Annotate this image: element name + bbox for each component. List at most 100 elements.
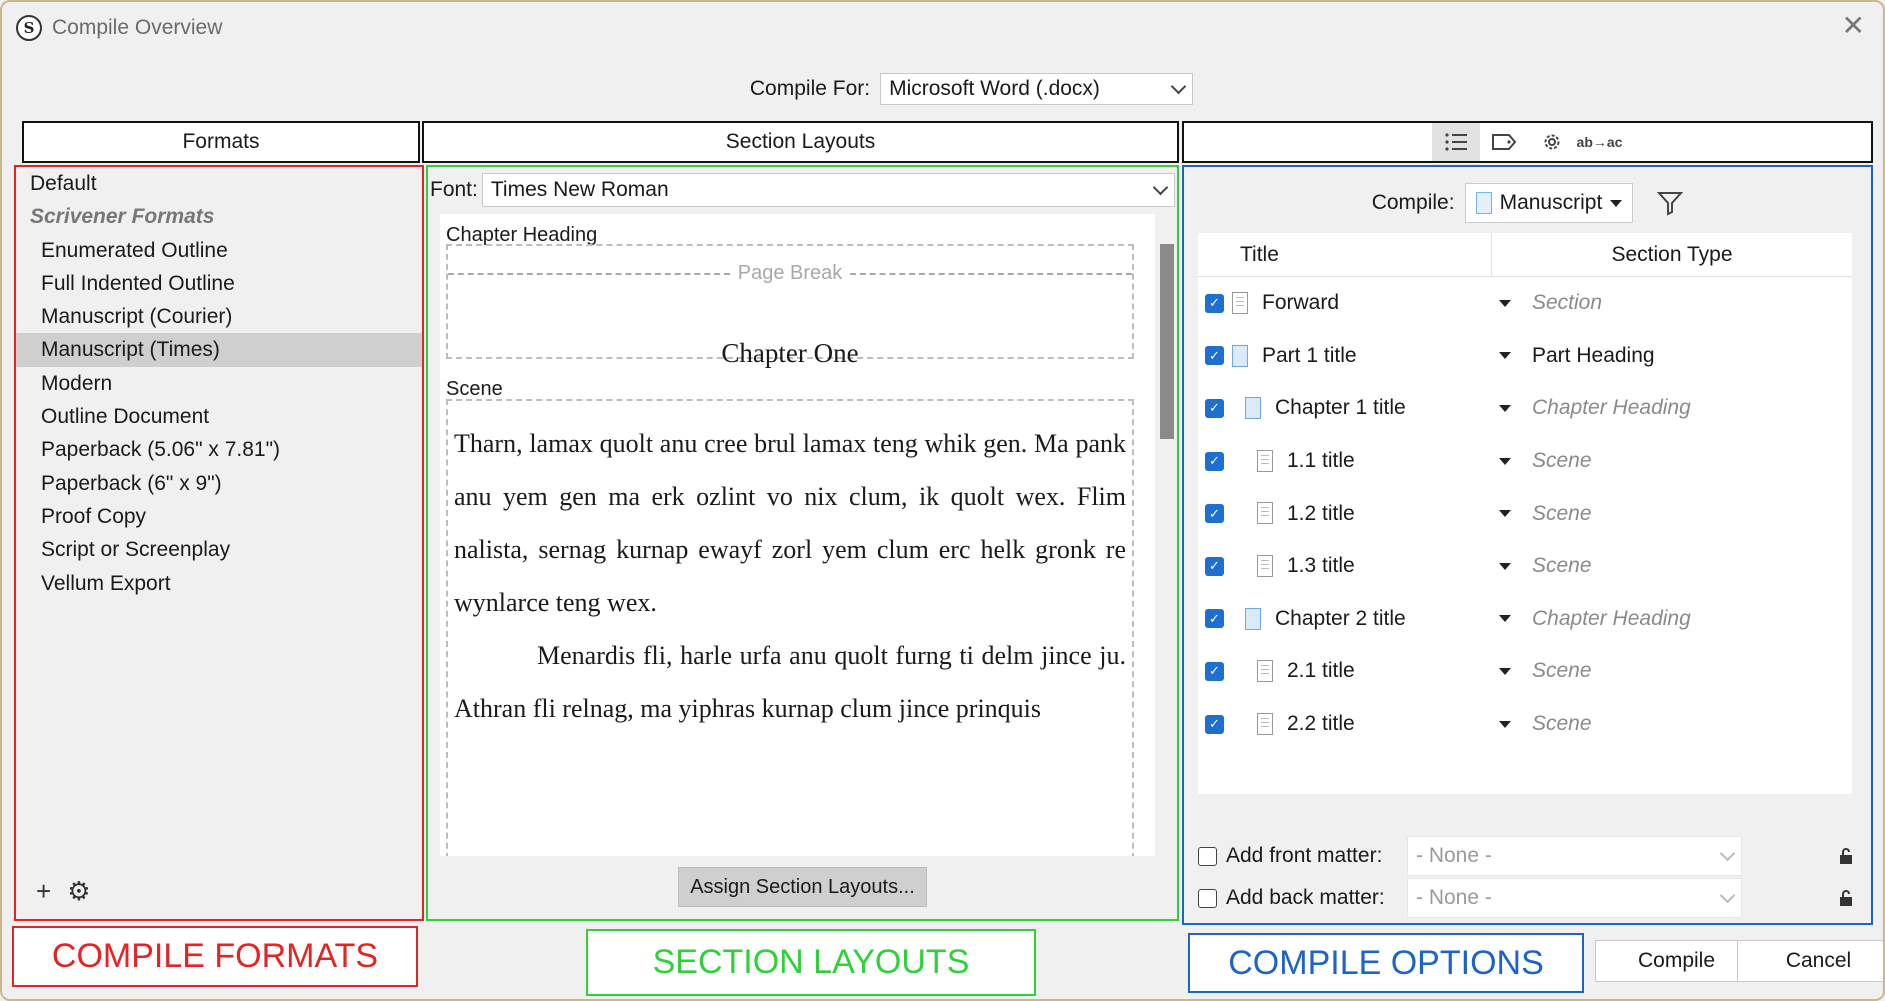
front-matter-checkbox[interactable] <box>1198 846 1217 866</box>
include-checkbox[interactable]: ✓ <box>1205 556 1224 576</box>
include-checkbox[interactable]: ✓ <box>1205 609 1224 629</box>
format-item[interactable]: Enumerated Outline <box>16 234 422 267</box>
section-type-dropdown-icon[interactable] <box>1499 562 1511 570</box>
row-section-type[interactable]: Scene <box>1532 554 1592 578</box>
chevron-down-icon <box>1719 845 1736 862</box>
format-item[interactable]: Script or Screenplay <box>16 533 422 566</box>
format-item[interactable]: Vellum Export <box>16 567 422 600</box>
tree-row[interactable]: ✓ Chapter 2 title Chapter Heading <box>1198 593 1852 646</box>
format-item[interactable]: Modern <box>16 367 422 400</box>
back-matter-label: Add back matter: <box>1226 886 1385 909</box>
row-section-type[interactable]: Section <box>1532 291 1602 315</box>
lock-icon[interactable] <box>1838 847 1854 865</box>
compile-for-select[interactable]: Microsoft Word (.docx) <box>880 73 1194 105</box>
contents-list-icon[interactable] <box>1431 123 1480 161</box>
compile-group-select[interactable]: Manuscript <box>1464 183 1634 223</box>
font-row: Font: Times New Roman <box>430 173 1175 207</box>
tree-row[interactable]: ✓ 2.1 title Scene <box>1198 645 1852 698</box>
section-type-dropdown-icon[interactable] <box>1499 667 1511 675</box>
include-checkbox[interactable]: ✓ <box>1205 293 1224 313</box>
page-break-label: Page Break <box>737 262 843 284</box>
tree-row[interactable]: ✓ 2.2 title Scene <box>1198 698 1852 751</box>
scene-label: Scene <box>446 378 503 400</box>
section-type-dropdown-icon[interactable] <box>1499 720 1511 728</box>
row-section-type[interactable]: Scene <box>1532 659 1592 683</box>
row-title: Forward <box>1262 291 1340 315</box>
scene-paragraph-2: Menardis fli, harle urfa anu quolt furng… <box>454 641 1126 723</box>
document-icon <box>1257 449 1273 472</box>
chevron-down-icon <box>1170 78 1187 95</box>
front-matter-select[interactable]: - None - <box>1407 836 1742 876</box>
front-matter-label: Add front matter: <box>1226 844 1383 867</box>
row-title: 1.3 title <box>1287 554 1355 578</box>
preview-scrollbar[interactable] <box>1156 214 1176 856</box>
back-matter-select[interactable]: - None - <box>1407 878 1742 918</box>
format-item[interactable]: Manuscript (Times) <box>16 333 422 367</box>
font-label: Font: <box>430 178 478 201</box>
compile-for-row: Compile For: Microsoft Word (.docx) <box>2 73 1883 105</box>
format-default[interactable]: Default <box>16 167 422 200</box>
include-checkbox[interactable]: ✓ <box>1205 661 1224 681</box>
column-section-type[interactable]: Section Type <box>1492 243 1852 267</box>
tree-rows: ✓ Forward Section ✓ Part 1 title Part Heading… <box>1198 277 1852 750</box>
section-layouts-header: Section Layouts <box>422 121 1179 163</box>
row-section-type[interactable]: Scene <box>1532 502 1592 526</box>
row-section-type[interactable]: Chapter Heading <box>1532 396 1691 420</box>
assign-section-layouts-button[interactable]: Assign Section Layouts... <box>678 867 927 907</box>
format-item[interactable]: Full Indented Outline <box>16 267 422 300</box>
compile-group-value: Manuscript <box>1499 191 1603 214</box>
tree-row[interactable]: ✓ 1.1 title Scene <box>1198 435 1852 488</box>
compile-overview-window: S Compile Overview ✕ Compile For: Micros… <box>0 0 1885 1001</box>
label-tag-icon[interactable] <box>1480 123 1528 161</box>
scrollbar-thumb[interactable] <box>1160 244 1174 439</box>
chapter-title-preview: Chapter One <box>721 338 859 368</box>
scene-preview[interactable]: Tharn, lamax quolt anu cree brul lamax t… <box>446 399 1134 856</box>
row-title: 1.2 title <box>1287 501 1355 525</box>
row-section-type[interactable]: Part Heading <box>1532 344 1655 368</box>
cancel-button[interactable]: Cancel <box>1737 940 1883 982</box>
include-checkbox[interactable]: ✓ <box>1205 714 1224 734</box>
column-title[interactable]: Title <box>1198 233 1492 276</box>
row-section-type[interactable]: Scene <box>1532 712 1592 736</box>
tree-row[interactable]: ✓ 1.2 title Scene <box>1198 487 1852 540</box>
section-type-dropdown-icon[interactable] <box>1499 510 1511 518</box>
include-checkbox[interactable]: ✓ <box>1205 451 1224 471</box>
close-icon[interactable]: ✕ <box>1842 12 1865 40</box>
include-checkbox[interactable]: ✓ <box>1205 504 1224 524</box>
row-section-type[interactable]: Chapter Heading <box>1532 607 1691 631</box>
compile-group-row: Compile: Manuscript <box>1184 183 1871 223</box>
format-item[interactable]: Manuscript (Courier) <box>16 300 422 333</box>
include-checkbox[interactable]: ✓ <box>1205 346 1224 366</box>
gear-icon[interactable] <box>1528 123 1576 161</box>
folder-icon <box>1245 397 1261 420</box>
replacements-icon[interactable]: ab→ac <box>1576 123 1624 161</box>
compile-button[interactable]: Compile <box>1595 940 1758 982</box>
format-item[interactable]: Proof Copy <box>16 500 422 533</box>
gear-icon[interactable]: ⚙ <box>67 876 90 907</box>
include-checkbox[interactable]: ✓ <box>1205 398 1224 418</box>
formats-panel: Default Scrivener Formats Enumerated Out… <box>14 165 424 921</box>
window-title: Compile Overview <box>52 16 223 39</box>
font-value: Times New Roman <box>490 178 669 201</box>
tree-row[interactable]: ✓ Forward Section <box>1198 277 1852 330</box>
section-type-dropdown-icon[interactable] <box>1499 352 1511 360</box>
chapter-heading-preview[interactable]: Page Break Chapter One <box>446 244 1134 368</box>
section-type-dropdown-icon[interactable] <box>1499 615 1511 623</box>
section-type-dropdown-icon[interactable] <box>1499 299 1511 307</box>
section-type-dropdown-icon[interactable] <box>1499 457 1511 465</box>
lock-icon[interactable] <box>1838 889 1854 907</box>
compile-formats-caption: COMPILE FORMATS <box>12 926 418 987</box>
format-item[interactable]: Paperback (6" x 9") <box>16 467 422 500</box>
manuscript-folder-icon <box>1475 192 1492 214</box>
format-item[interactable]: Outline Document <box>16 400 422 433</box>
format-item[interactable]: Paperback (5.06" x 7.81") <box>16 433 422 466</box>
tree-row[interactable]: ✓ Chapter 1 title Chapter Heading <box>1198 382 1852 435</box>
back-matter-checkbox[interactable] <box>1198 888 1217 908</box>
add-format-icon[interactable]: + <box>36 876 51 907</box>
row-section-type[interactable]: Scene <box>1532 449 1592 473</box>
tree-row[interactable]: ✓ 1.3 title Scene <box>1198 540 1852 593</box>
font-select[interactable]: Times New Roman <box>481 173 1175 207</box>
section-type-dropdown-icon[interactable] <box>1499 404 1511 412</box>
tree-row[interactable]: ✓ Part 1 title Part Heading <box>1198 330 1852 383</box>
filter-icon[interactable] <box>1657 190 1684 216</box>
